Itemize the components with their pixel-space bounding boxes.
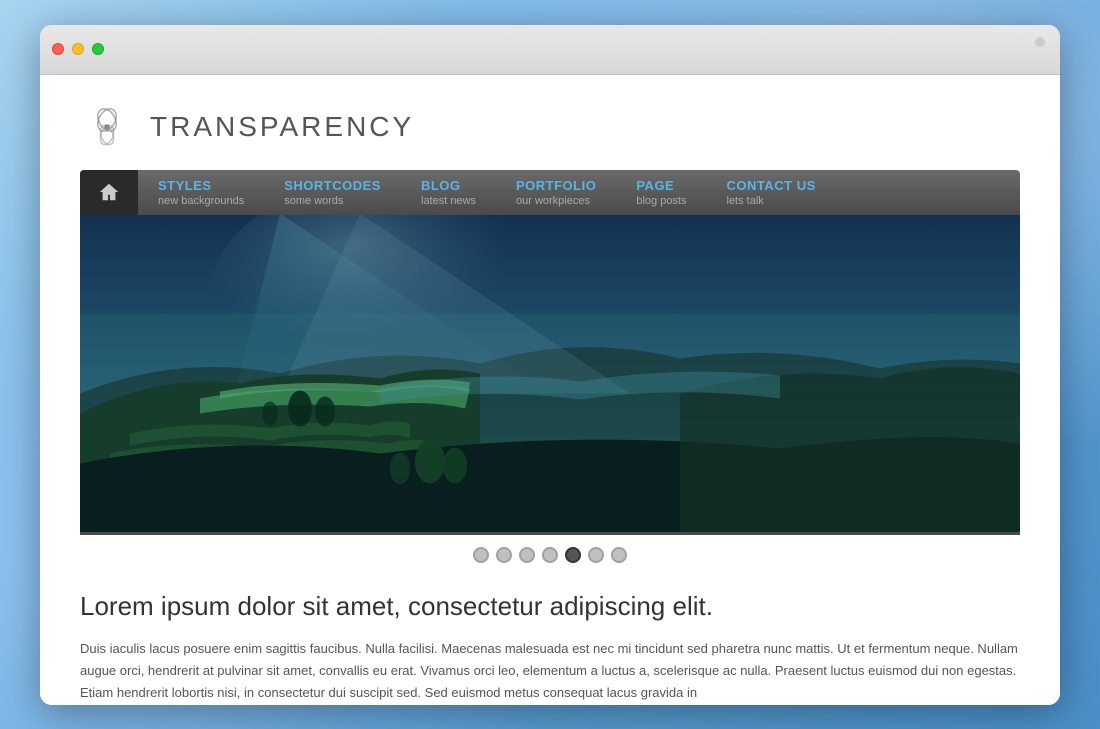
slider-dot-4[interactable] bbox=[542, 547, 558, 563]
browser-chrome bbox=[40, 25, 1060, 75]
slider-dots bbox=[40, 535, 1060, 575]
slider-dot-3[interactable] bbox=[519, 547, 535, 563]
hero-container bbox=[80, 215, 1020, 535]
close-button[interactable] bbox=[52, 43, 64, 55]
slider-dot-1[interactable] bbox=[473, 547, 489, 563]
browser-frame: TRANSPARENCY STYLES new backgrounds bbox=[40, 25, 1060, 705]
nav-item-page[interactable]: PAGE blog posts bbox=[616, 170, 706, 216]
browser-window: TRANSPARENCY STYLES new backgrounds bbox=[40, 25, 1060, 705]
slider-dot-5[interactable] bbox=[565, 547, 581, 563]
nav-portfolio-title: PORTFOLIO bbox=[516, 178, 596, 195]
content-heading: Lorem ipsum dolor sit amet, consectetur … bbox=[80, 590, 1020, 624]
nav-styles-title: STYLES bbox=[158, 178, 212, 195]
nav-wrapper: STYLES new backgrounds SHORTCODES some w… bbox=[40, 170, 1060, 216]
nav-item-styles[interactable]: STYLES new backgrounds bbox=[138, 170, 264, 216]
maximize-button[interactable] bbox=[92, 43, 104, 55]
site-logo bbox=[80, 100, 135, 155]
nav-item-blog[interactable]: BLOG latest news bbox=[401, 170, 496, 216]
site-title: TRANSPARENCY bbox=[150, 111, 414, 143]
slider-dot-6[interactable] bbox=[588, 547, 604, 563]
nav-blog-title: BLOG bbox=[421, 178, 461, 195]
slider-dot-2[interactable] bbox=[496, 547, 512, 563]
page-content: TRANSPARENCY STYLES new backgrounds bbox=[40, 75, 1060, 705]
nav-item-portfolio[interactable]: PORTFOLIO our workpieces bbox=[496, 170, 616, 216]
nav-home-button[interactable] bbox=[80, 170, 138, 216]
content-body: Duis iaculis lacus posuere enim sagittis… bbox=[80, 638, 1020, 704]
nav-shortcodes-subtitle: some words bbox=[284, 195, 343, 207]
nav-page-subtitle: blog posts bbox=[636, 195, 686, 207]
nav-item-shortcodes[interactable]: SHORTCODES some words bbox=[264, 170, 401, 216]
nav-styles-subtitle: new backgrounds bbox=[158, 195, 244, 207]
hero-wrapper bbox=[40, 215, 1060, 535]
corner-indicator bbox=[1035, 37, 1045, 47]
nav-items: STYLES new backgrounds SHORTCODES some w… bbox=[138, 170, 1020, 216]
site-header: TRANSPARENCY bbox=[40, 75, 1060, 170]
nav-contact-title: CONTACT US bbox=[727, 178, 816, 195]
content-section: Lorem ipsum dolor sit amet, consectetur … bbox=[40, 575, 1060, 704]
home-icon bbox=[98, 181, 120, 203]
nav-bar: STYLES new backgrounds SHORTCODES some w… bbox=[80, 170, 1020, 216]
nav-item-contact[interactable]: CONTACT US lets talk bbox=[707, 170, 836, 216]
hero-image bbox=[80, 215, 1020, 532]
nav-portfolio-subtitle: our workpieces bbox=[516, 195, 590, 207]
slider-dot-7[interactable] bbox=[611, 547, 627, 563]
nav-page-title: PAGE bbox=[636, 178, 674, 195]
nav-shortcodes-title: SHORTCODES bbox=[284, 178, 381, 195]
minimize-button[interactable] bbox=[72, 43, 84, 55]
nav-blog-subtitle: latest news bbox=[421, 195, 476, 207]
nav-contact-subtitle: lets talk bbox=[727, 195, 764, 207]
